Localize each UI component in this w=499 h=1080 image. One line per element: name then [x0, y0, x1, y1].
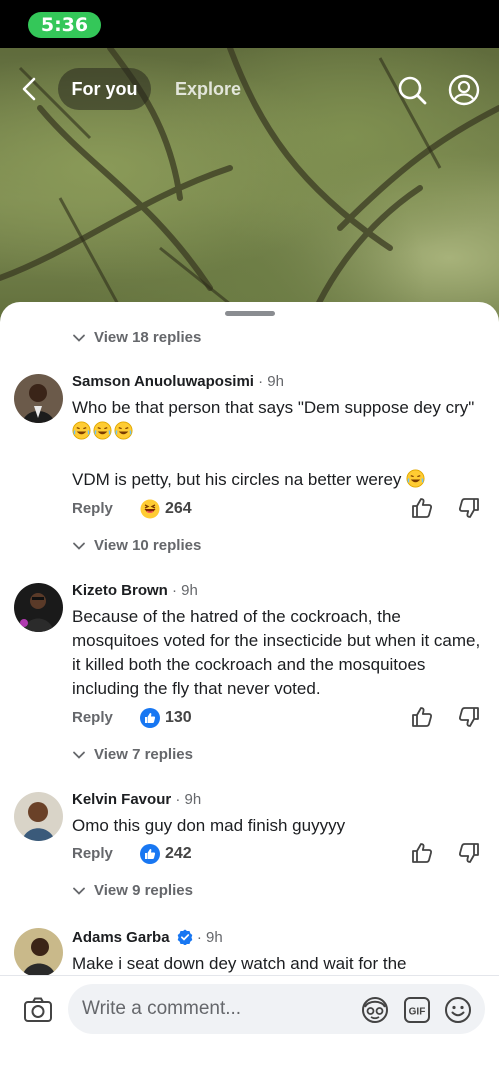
like-button[interactable]	[410, 841, 434, 865]
like-button[interactable]	[410, 496, 434, 520]
verified-badge-icon	[177, 929, 193, 946]
reaction-summary[interactable]: 264	[140, 496, 192, 522]
dislike-button[interactable]	[457, 496, 481, 520]
avatar[interactable]	[14, 583, 63, 632]
view-replies-button[interactable]: View 10 replies	[72, 534, 201, 558]
comment-text-line: Who be that person that says "Dem suppos…	[72, 398, 475, 417]
sheet-drag-handle[interactable]	[225, 311, 275, 316]
like-icon	[140, 844, 160, 864]
comment-header: Adams Garba · 9h	[72, 928, 223, 948]
chevron-down-icon	[73, 887, 85, 895]
comment-author[interactable]: Samson Anuoluwaposimi	[72, 373, 254, 390]
comment-text: Who be that person that says "Dem suppos…	[72, 396, 482, 444]
camera-button[interactable]	[22, 994, 54, 1026]
gif-icon: GIF	[404, 997, 430, 1023]
view-replies-label: View 7 replies	[94, 746, 193, 763]
comment-actions: Reply 264	[72, 496, 482, 522]
view-replies-label: View 18 replies	[94, 329, 202, 346]
reaction-summary[interactable]: 242	[140, 841, 192, 867]
chevron-left-icon	[22, 77, 36, 101]
tab-for-you[interactable]: For you	[58, 68, 151, 110]
comment-text: Because of the hatred of the cockroach, …	[72, 607, 481, 698]
haha-emoji-icon	[140, 499, 160, 519]
comment-header: Samson Anuoluwaposimi · 9h	[72, 372, 284, 392]
dislike-button[interactable]	[457, 841, 481, 865]
avatar-sticker-button[interactable]	[360, 995, 390, 1025]
view-replies-label: View 9 replies	[94, 882, 193, 899]
comment-text: VDM is petty, but his circles na better …	[72, 468, 482, 492]
like-icon	[140, 708, 160, 728]
comment-author[interactable]: Kizeto Brown	[72, 582, 168, 599]
svg-text:GIF: GIF	[409, 1007, 426, 1018]
thumbs-up-icon	[412, 843, 433, 863]
comment-time: · 9h	[253, 373, 284, 390]
tab-explore[interactable]: Explore	[175, 68, 241, 110]
avatar[interactable]	[14, 928, 63, 977]
chevron-down-icon	[73, 751, 85, 759]
comment-time: · 9h	[192, 929, 223, 946]
back-button[interactable]	[16, 74, 44, 104]
comment-input-container: GIF	[68, 984, 485, 1034]
comment-actions: Reply 242	[72, 841, 482, 867]
comments-sheet: View 18 replies Samson Anuoluwaposimi · …	[0, 302, 499, 1080]
thumbs-down-icon	[458, 707, 479, 727]
top-navigation: For you Explore	[0, 66, 499, 112]
comment-header: Kizeto Brown · 9h	[72, 581, 198, 601]
view-replies-button[interactable]: View 9 replies	[72, 879, 193, 903]
camera-icon	[24, 997, 52, 1022]
comment-text: Make i seat down dey watch and wait for …	[72, 954, 407, 973]
chevron-down-icon	[73, 542, 85, 550]
thumbs-down-icon	[458, 498, 479, 518]
comment-author[interactable]: Kelvin Favour	[72, 791, 171, 808]
reply-button[interactable]: Reply	[72, 496, 113, 522]
emoji-button[interactable]	[443, 995, 473, 1025]
reaction-count: 242	[165, 845, 192, 862]
comment-author[interactable]: Adams Garba	[72, 929, 170, 946]
comment-text: Omo this guy don mad finish guyyyy	[72, 816, 346, 835]
comment-input[interactable]	[82, 984, 352, 1034]
comment-actions: Reply 130	[72, 705, 482, 731]
view-replies-button[interactable]: View 7 replies	[72, 743, 193, 767]
comment-text-line: VDM is petty, but his circles na better …	[72, 470, 402, 489]
laughing-emoji-icon	[406, 469, 427, 489]
laughing-emoji-icon	[72, 421, 135, 441]
view-replies-label: View 10 replies	[94, 537, 202, 554]
thumbs-up-icon	[412, 707, 433, 727]
like-button[interactable]	[410, 705, 434, 729]
avatar[interactable]	[14, 374, 63, 423]
view-replies-button[interactable]: View 18 replies	[72, 326, 201, 350]
thumbs-up-icon	[412, 498, 433, 518]
gif-button[interactable]: GIF	[402, 995, 432, 1025]
thumbs-down-icon	[458, 843, 479, 863]
reply-button[interactable]: Reply	[72, 705, 113, 731]
profile-button[interactable]	[448, 74, 480, 106]
search-icon	[398, 76, 427, 105]
reaction-count: 264	[165, 500, 192, 517]
comment-time: · 9h	[171, 791, 202, 808]
comment-header: Kelvin Favour · 9h	[72, 790, 201, 810]
reaction-summary[interactable]: 130	[140, 705, 192, 731]
reply-button[interactable]: Reply	[72, 841, 113, 867]
profile-icon	[448, 74, 480, 106]
chevron-down-icon	[73, 334, 85, 342]
reaction-count: 130	[165, 709, 192, 726]
search-button[interactable]	[396, 74, 428, 106]
comment-time: · 9h	[167, 582, 198, 599]
smiley-icon	[445, 997, 471, 1023]
avatar-sticker-icon	[362, 997, 388, 1023]
comment-composer: GIF	[0, 975, 499, 1080]
status-bar: 5:36	[0, 0, 499, 48]
dislike-button[interactable]	[457, 705, 481, 729]
avatar[interactable]	[14, 792, 63, 841]
status-time: 5:36	[28, 12, 101, 38]
